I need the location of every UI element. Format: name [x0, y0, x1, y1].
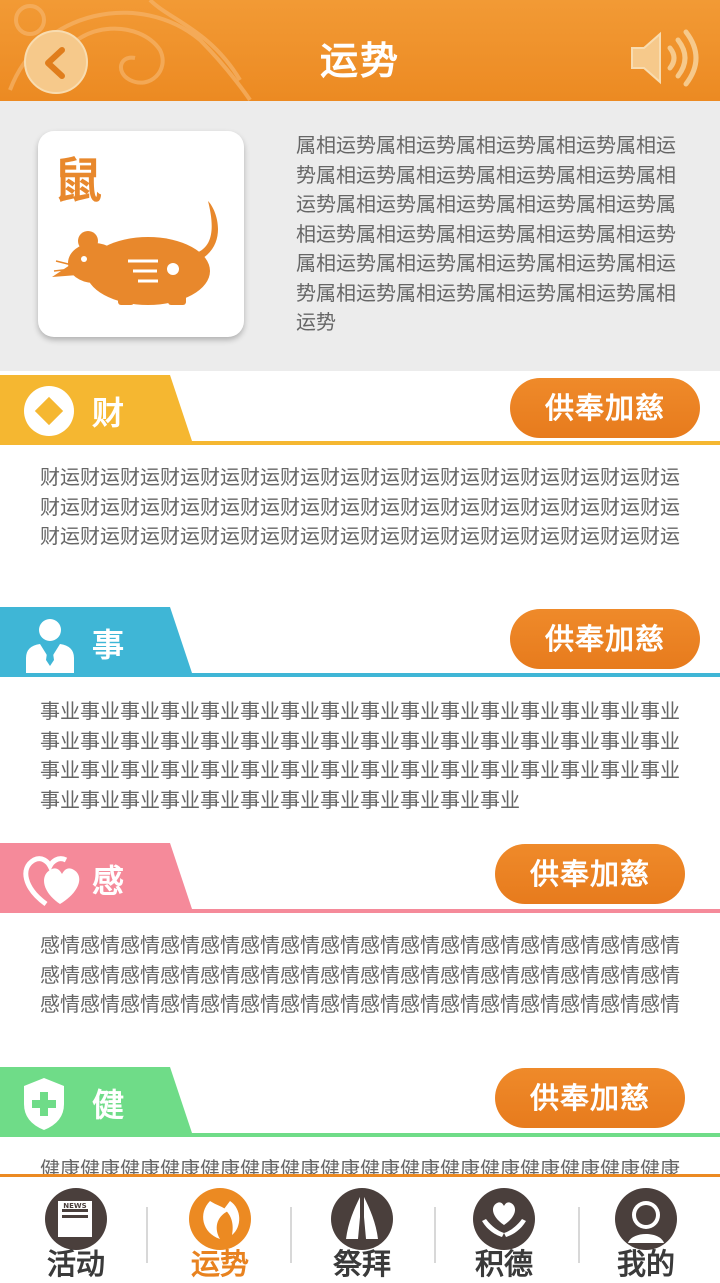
nav-label: 我的: [616, 1247, 675, 1281]
nav-separator: [290, 1207, 292, 1263]
page-title: 运势: [319, 39, 400, 83]
nav-item-merit[interactable]: 积德: [444, 1181, 564, 1281]
zodiac-card: 鼠: [38, 131, 244, 337]
sound-button[interactable]: [628, 28, 700, 88]
double-heart-icon: [23, 856, 80, 907]
nav-item-mine[interactable]: 我的: [586, 1181, 706, 1281]
svg-text:NEWS: NEWS: [63, 1202, 86, 1210]
nav-item-activity[interactable]: NEWS 活动: [16, 1181, 136, 1281]
top-bar: 运势: [0, 0, 720, 101]
section-divider: [0, 441, 720, 445]
nav-label: 积德: [474, 1247, 533, 1281]
nav-separator: [578, 1207, 580, 1263]
section-text-career: 事业事业事业事业事业事业事业事业事业事业事业事业事业事业事业事业事业事业事业事业…: [40, 699, 680, 812]
offer-button-career[interactable]: 供奉加慈: [510, 609, 700, 669]
section-text-love: 感情感情感情感情感情感情感情感情感情感情感情感情感情感情感情感情感情感情感情感情…: [40, 933, 680, 1016]
nav-label: 活动: [46, 1247, 105, 1281]
nav-label: 运势: [190, 1247, 249, 1281]
section-divider: [0, 673, 720, 677]
section-divider: [0, 1133, 720, 1137]
rat-papercut-icon: [52, 201, 218, 305]
nav-separator: [146, 1207, 148, 1263]
diamond-coin-icon: [24, 386, 74, 436]
offer-button-love[interactable]: 供奉加慈: [495, 844, 685, 904]
nav-separator: [434, 1207, 436, 1263]
speaker-icon: [631, 29, 699, 87]
section-text-wealth: 财运财运财运财运财运财运财运财运财运财运财运财运财运财运财运财运财运财运财运财运…: [40, 465, 680, 548]
offer-button-wealth[interactable]: 供奉加慈: [510, 378, 700, 438]
nav-item-fortune[interactable]: 运势: [160, 1181, 280, 1281]
section-divider: [0, 909, 720, 913]
nav-item-worship[interactable]: 祭拜: [302, 1181, 422, 1281]
intro-text: 属相运势属相运势属相运势属相运势属相运势属相运势属相运势属相运势属相运势属相运势…: [296, 133, 676, 334]
zodiac-intro: 鼠 属相运势属相运势属相运势属相运势属相运势属相运势属相运势属相运势属相运势属相…: [0, 101, 720, 371]
nav-label: 祭拜: [332, 1247, 391, 1281]
shield-cross-icon: [24, 1078, 64, 1130]
businessman-icon: [26, 619, 74, 674]
offer-button-health[interactable]: 供奉加慈: [495, 1068, 685, 1128]
bottom-nav: NEWS 活动 运势 祭拜 积德 我的: [0, 1174, 720, 1283]
